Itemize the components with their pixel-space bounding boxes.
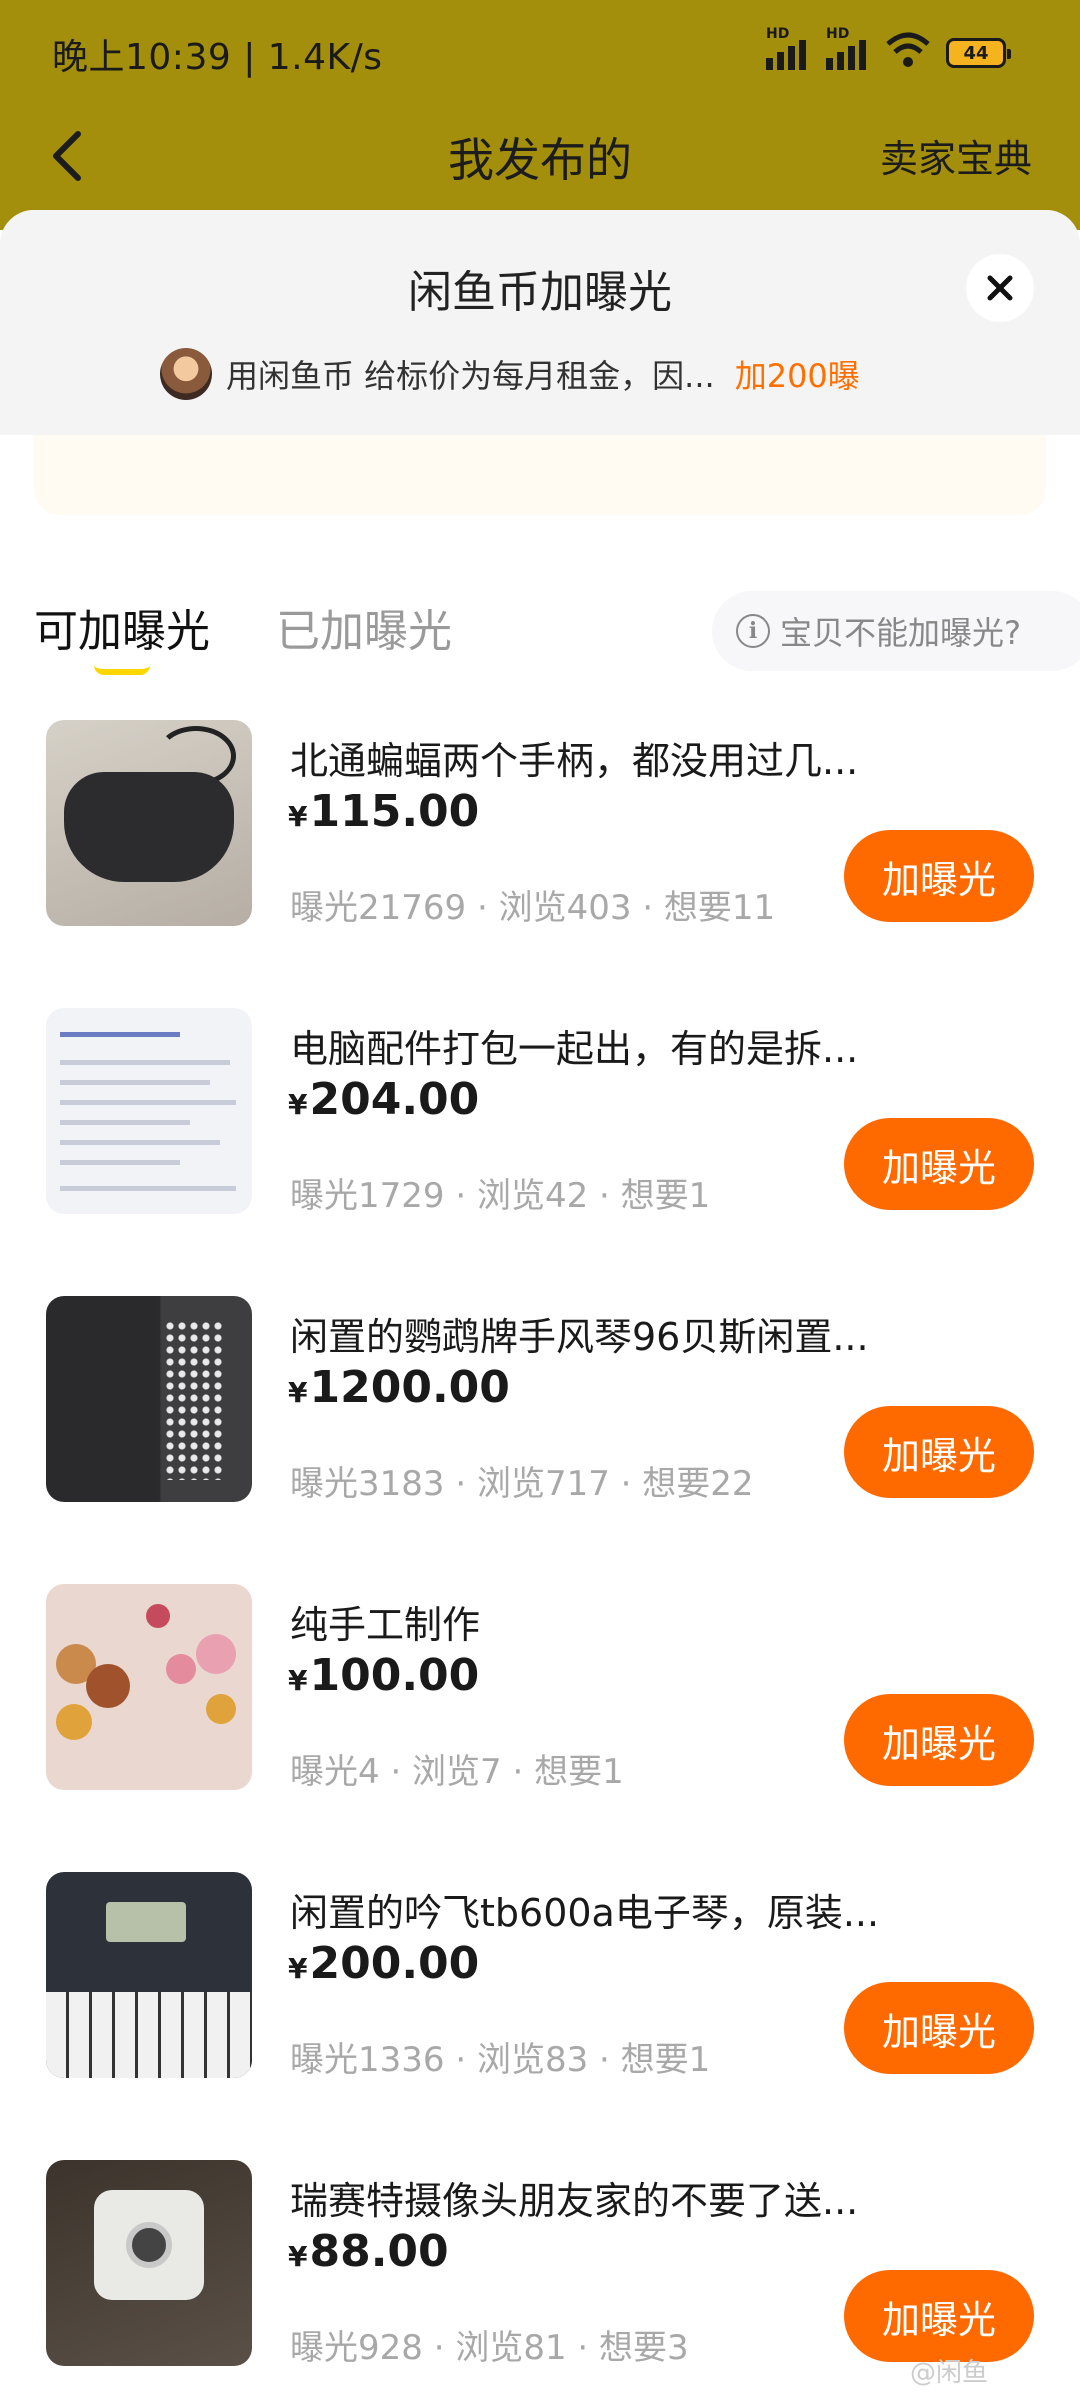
item-thumbnail [46, 1296, 252, 1502]
item-title: 闲置的鹦鹉牌手风琴96贝斯闲置... [290, 1315, 869, 1359]
item-title: 北通蝙蝠两个手柄，都没用过几... [290, 739, 859, 783]
item-thumbnail [46, 1008, 252, 1214]
info-card [34, 435, 1046, 515]
status-bar: 晚上10:39 | 1.4K/s HD HD 44 [0, 0, 1080, 110]
item-price: ¥88.00 [288, 2226, 449, 2277]
list-item[interactable]: 纯手工制作 ¥100.00 曝光4 · 浏览7 · 想要1 加曝光 [0, 1584, 1080, 1872]
info-icon: i [736, 614, 770, 648]
battery-icon: 44 [946, 38, 1011, 68]
seller-guide-link[interactable]: 卖家宝典 [880, 128, 1032, 183]
close-icon [987, 275, 1013, 301]
item-stats: 曝光1336 · 浏览83 · 想要1 [290, 2040, 711, 2080]
item-title: 闲置的吟飞tb600a电子琴，原装... [290, 1891, 880, 1935]
boost-sheet: 闲鱼币加曝光 用闲鱼币 给标价为每月租金，因... 加200曝 可加曝光 已加曝… [0, 210, 1080, 2400]
item-thumbnail [46, 720, 252, 926]
ticker-text: 用闲鱼币 给标价为每月租金，因... [226, 357, 715, 395]
watermark: @闲鱼 [910, 2358, 989, 2388]
tab-boosted[interactable]: 已加曝光 [276, 595, 452, 659]
help-pill[interactable]: i 宝贝不能加曝光? [712, 591, 1080, 671]
list-item[interactable]: 闲置的鹦鹉牌手风琴96贝斯闲置... ¥1200.00 曝光3183 · 浏览7… [0, 1296, 1080, 1584]
hd-label: HD [766, 26, 790, 42]
boost-button[interactable]: 加曝光 [844, 1982, 1034, 2074]
tab-boostable[interactable]: 可加曝光 [34, 595, 210, 659]
navbar: 我发布的 卖家宝典 [0, 110, 1080, 210]
list-item[interactable]: 北通蝙蝠两个手柄，都没用过几... ¥115.00 曝光21769 · 浏览40… [0, 720, 1080, 1008]
hd-label: HD [826, 26, 850, 42]
item-price: ¥100.00 [288, 1650, 480, 1701]
header-bar: 晚上10:39 | 1.4K/s HD HD 44 我发布的 卖家宝典 [0, 0, 1080, 230]
item-title: 纯手工制作 [290, 1603, 481, 1647]
activity-ticker: 用闲鱼币 给标价为每月租金，因... 加200曝 [160, 346, 860, 402]
tab-bar: 可加曝光 已加曝光 i 宝贝不能加曝光? [0, 565, 1080, 675]
item-stats: 曝光1729 · 浏览42 · 想要1 [290, 1176, 711, 1216]
item-price: ¥1200.00 [288, 1362, 510, 1413]
boost-button[interactable]: 加曝光 [844, 1694, 1034, 1786]
wifi-icon [886, 32, 930, 67]
item-stats: 曝光928 · 浏览81 · 想要3 [290, 2328, 689, 2368]
item-price: ¥204.00 [288, 1074, 480, 1125]
ticker-highlight: 加200曝 [734, 357, 860, 395]
close-button[interactable] [966, 254, 1034, 322]
boost-button[interactable]: 加曝光 [844, 1118, 1034, 1210]
active-tab-indicator [94, 665, 150, 675]
item-stats: 曝光4 · 浏览7 · 想要1 [290, 1752, 624, 1792]
boost-button[interactable]: 加曝光 [844, 1406, 1034, 1498]
item-price: ¥200.00 [288, 1938, 480, 1989]
sheet-header: 闲鱼币加曝光 用闲鱼币 给标价为每月租金，因... 加200曝 [0, 210, 1080, 435]
help-text: 宝贝不能加曝光? [780, 614, 1021, 652]
item-stats: 曝光21769 · 浏览403 · 想要11 [290, 888, 776, 928]
item-thumbnail [46, 2160, 252, 2366]
item-price: ¥115.00 [288, 786, 480, 837]
signal-icon: HD [766, 26, 806, 70]
item-thumbnail [46, 1872, 252, 2078]
boost-button[interactable]: 加曝光 [844, 830, 1034, 922]
list-item[interactable]: 电脑配件打包一起出，有的是拆... ¥204.00 曝光1729 · 浏览42 … [0, 1008, 1080, 1296]
avatar [160, 348, 212, 400]
item-stats: 曝光3183 · 浏览717 · 想要22 [290, 1464, 754, 1504]
boost-button[interactable]: 加曝光 [844, 2270, 1034, 2362]
item-list: 北通蝙蝠两个手柄，都没用过几... ¥115.00 曝光21769 · 浏览40… [0, 720, 1080, 2400]
item-thumbnail [46, 1584, 252, 1790]
sheet-title: 闲鱼币加曝光 [408, 267, 672, 318]
item-title: 瑞赛特摄像头朋友家的不要了送... [290, 2179, 859, 2223]
status-time: 晚上10:39 | 1.4K/s [52, 37, 383, 78]
item-title: 电脑配件打包一起出，有的是拆... [290, 1027, 859, 1071]
list-item[interactable]: 闲置的吟飞tb600a电子琴，原装... ¥200.00 曝光1336 · 浏览… [0, 1872, 1080, 2160]
signal-icon: HD [826, 26, 866, 70]
